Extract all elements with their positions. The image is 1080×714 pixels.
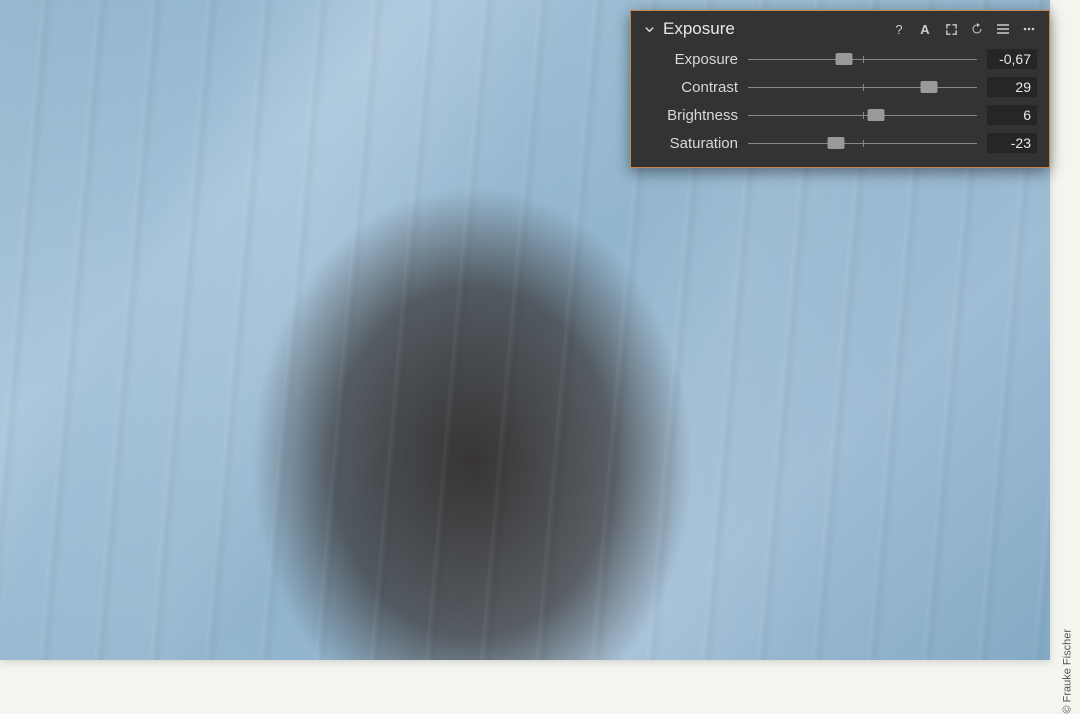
slider-label: Exposure	[643, 51, 738, 68]
saturation-value[interactable]: -23	[987, 133, 1037, 153]
slider-row-brightness: Brightness 6	[643, 105, 1037, 125]
slider-row-contrast: Contrast 29	[643, 77, 1037, 97]
slider-row-saturation: Saturation -23	[643, 133, 1037, 153]
brightness-slider[interactable]	[748, 106, 977, 124]
slider-thumb[interactable]	[920, 81, 937, 93]
panel-title: Exposure	[663, 19, 735, 39]
help-icon[interactable]: ?	[891, 21, 907, 37]
exposure-panel: Exposure ? A Exposure -0,67 Con	[630, 10, 1050, 168]
panel-header: Exposure ? A	[643, 19, 1037, 39]
slider-thumb[interactable]	[868, 109, 885, 121]
slider-thumb[interactable]	[836, 53, 853, 65]
exposure-value[interactable]: -0,67	[987, 49, 1037, 69]
exposure-slider[interactable]	[748, 50, 977, 68]
contrast-value[interactable]: 29	[987, 77, 1037, 97]
expand-icon[interactable]	[943, 21, 959, 37]
photo-credit: © Frauke Fischer	[1062, 629, 1074, 714]
slider-label: Saturation	[643, 135, 738, 152]
more-options-icon[interactable]	[1021, 21, 1037, 37]
reset-icon[interactable]	[969, 21, 985, 37]
chevron-down-icon[interactable]	[643, 23, 655, 35]
panel-title-group: Exposure	[643, 19, 735, 39]
brightness-value[interactable]: 6	[987, 105, 1037, 125]
contrast-slider[interactable]	[748, 78, 977, 96]
panel-actions: ? A	[891, 21, 1037, 37]
auto-adjust-icon[interactable]: A	[917, 21, 933, 37]
saturation-slider[interactable]	[748, 134, 977, 152]
slider-thumb[interactable]	[828, 137, 845, 149]
presets-menu-icon[interactable]	[995, 21, 1011, 37]
slider-label: Brightness	[643, 107, 738, 124]
slider-label: Contrast	[643, 79, 738, 96]
slider-row-exposure: Exposure -0,67	[643, 49, 1037, 69]
